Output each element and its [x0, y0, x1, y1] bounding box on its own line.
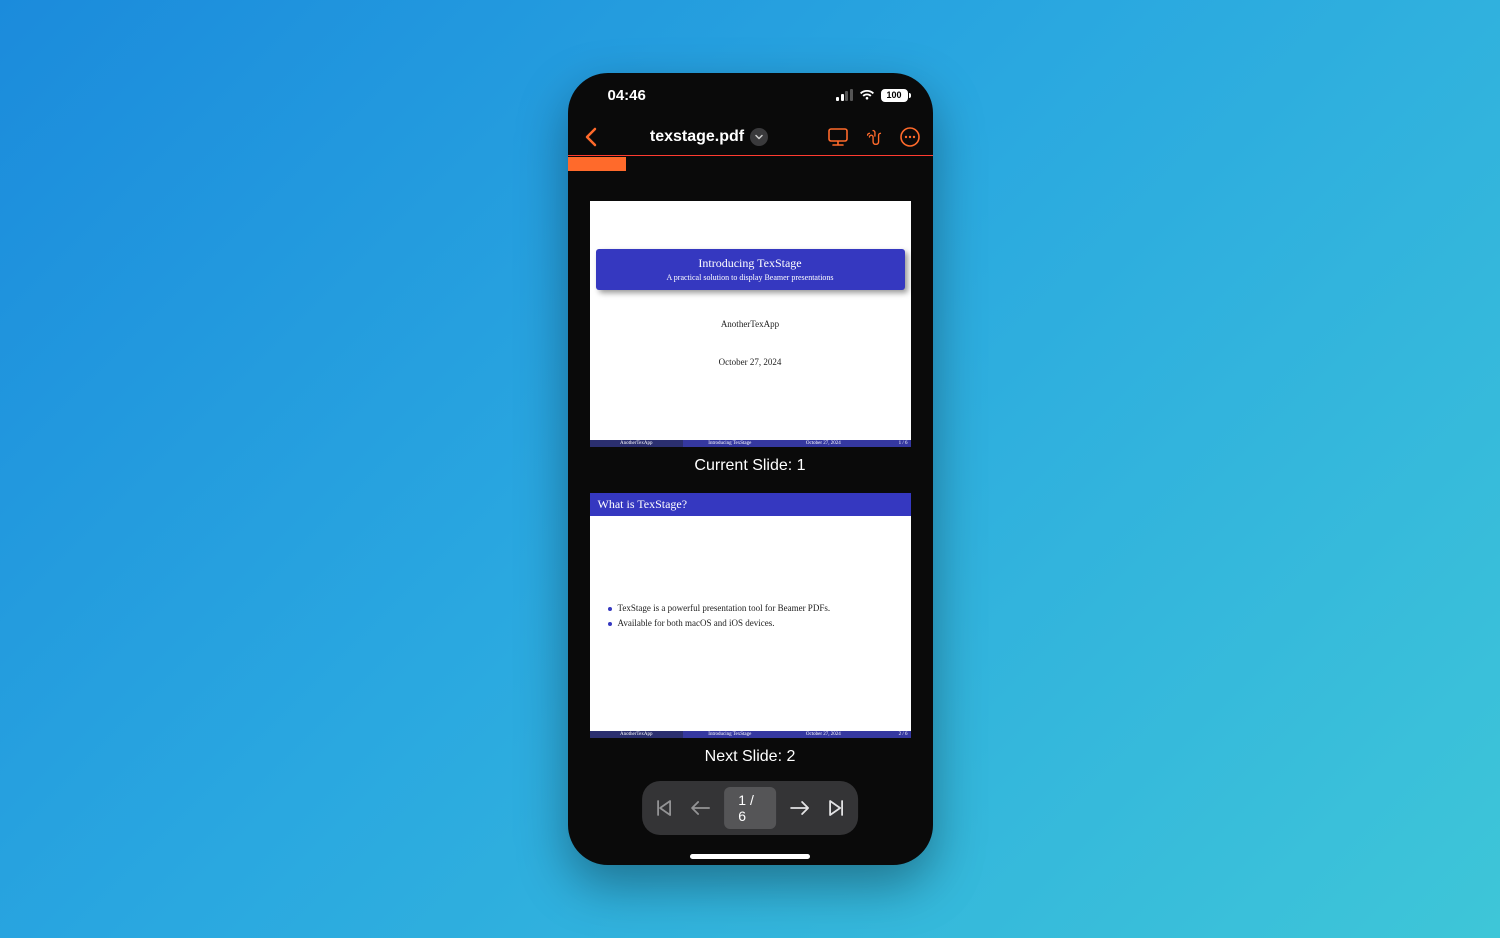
status-bar: 04:46 100 [568, 73, 933, 117]
last-slide-button[interactable] [824, 794, 848, 822]
nav-actions [827, 126, 921, 148]
slide2-bullet-1: TexStage is a powerful presentation tool… [608, 601, 893, 616]
title-dropdown-icon [750, 128, 768, 146]
slide2-title: What is TexStage? [590, 493, 911, 516]
battery-icon: 100 [881, 89, 911, 102]
more-button[interactable] [899, 126, 921, 148]
skip-end-icon [826, 799, 846, 817]
next-slide-caption: Next Slide: 2 [590, 748, 911, 766]
chevron-down-icon [754, 132, 764, 142]
wifi-icon [859, 89, 875, 101]
slide2-bullets: TexStage is a powerful presentation tool… [590, 516, 911, 632]
current-slide-caption: Current Slide: 1 [590, 457, 911, 475]
display-button[interactable] [827, 126, 849, 148]
slide2-foot-title: Introducing TexStage [683, 731, 777, 738]
slide1-footer: AnotherTexApp Introducing TexStage Octob… [590, 440, 911, 447]
prev-slide-button[interactable] [688, 794, 712, 822]
slide1-subtitle: A practical solution to display Beamer p… [604, 273, 897, 282]
slide1-author: AnotherTexApp [590, 319, 911, 329]
slide1-foot-author: AnotherTexApp [590, 440, 684, 447]
next-slide-button[interactable] [788, 794, 812, 822]
slide2-foot-author: AnotherTexApp [590, 731, 684, 738]
current-slide[interactable]: Introducing TexStage A practical solutio… [590, 201, 911, 447]
document-title: texstage.pdf [650, 128, 744, 146]
progress-strip[interactable] [568, 157, 933, 171]
slide2-bullet-2: Available for both macOS and iOS devices… [608, 616, 893, 631]
home-indicator[interactable] [690, 854, 810, 859]
hands-icon [863, 126, 885, 148]
arrow-left-icon [689, 800, 711, 816]
arrow-right-icon [789, 800, 811, 816]
first-slide-button[interactable] [652, 794, 676, 822]
chevron-left-icon [584, 127, 598, 147]
clap-button[interactable] [863, 126, 885, 148]
slide1-date: October 27, 2024 [590, 357, 911, 367]
slide2-footer: AnotherTexApp Introducing TexStage Octob… [590, 731, 911, 738]
slide1-titlebox: Introducing TexStage A practical solutio… [596, 249, 905, 290]
monitor-icon [827, 128, 849, 146]
skip-start-icon [654, 799, 674, 817]
slide-area[interactable]: Introducing TexStage A practical solutio… [568, 171, 933, 865]
slide1-foot-page: 1 / 6 [870, 440, 910, 447]
slide2-foot-date: October 27, 2024 [777, 731, 871, 738]
battery-level: 100 [886, 90, 901, 100]
progress-fill [568, 157, 626, 171]
cellular-icon [836, 90, 853, 101]
back-button[interactable] [580, 126, 602, 148]
nav-bar: texstage.pdf [568, 117, 933, 157]
status-right: 100 [836, 89, 911, 102]
nav-title-wrap[interactable]: texstage.pdf [604, 128, 815, 146]
slide2-foot-page: 2 / 6 [870, 731, 910, 738]
status-time: 04:46 [608, 87, 646, 104]
slide1-foot-date: October 27, 2024 [777, 440, 871, 447]
ellipsis-circle-icon [899, 126, 921, 148]
page-indicator[interactable]: 1 / 6 [724, 787, 775, 829]
slide1-foot-title: Introducing TexStage [683, 440, 777, 447]
phone-frame: 04:46 100 texstage.pdf [568, 73, 933, 865]
slide1-title: Introducing TexStage [604, 256, 897, 271]
playback-controls: 1 / 6 [642, 781, 858, 835]
next-slide[interactable]: What is TexStage? TexStage is a powerful… [590, 493, 911, 739]
